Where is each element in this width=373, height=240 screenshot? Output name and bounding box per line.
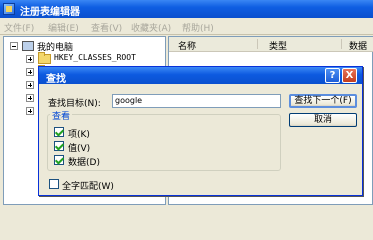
menu-file[interactable]: 文件(F) xyxy=(4,21,34,34)
menu-favorites[interactable]: 收藏夹(A) xyxy=(131,21,171,34)
expand-icon[interactable] xyxy=(26,68,34,76)
expand-icon[interactable] xyxy=(26,55,34,63)
collapse-icon[interactable] xyxy=(10,42,18,50)
keys-label[interactable]: 项(K) xyxy=(68,127,90,140)
match-whole-string-checkbox[interactable] xyxy=(49,179,59,189)
cancel-button[interactable]: 取消 xyxy=(289,113,357,127)
expand-icon[interactable] xyxy=(26,81,34,89)
window-title-bar[interactable]: 注册表编辑器 xyxy=(0,0,373,18)
menu-view[interactable]: 查看(V) xyxy=(91,21,122,34)
keys-checkbox[interactable] xyxy=(54,127,64,137)
close-button[interactable]: X xyxy=(342,68,357,83)
computer-icon xyxy=(22,41,34,51)
menu-edit[interactable]: 编辑(E) xyxy=(48,21,79,34)
menu-help[interactable]: 帮助(H) xyxy=(182,21,214,34)
list-header: 名称 类型 数据 xyxy=(169,37,373,52)
menu-bar: 文件(F) 编辑(E) 查看(V) 收藏夹(A) 帮助(H) xyxy=(0,18,373,35)
folder-icon xyxy=(38,52,51,64)
column-divider[interactable] xyxy=(341,39,342,49)
find-dialog: 查找 ? X 查找目标(N): google 查找下一个(F) 取消 查看 项(… xyxy=(38,66,363,196)
column-divider[interactable] xyxy=(257,39,258,49)
dialog-title: 查找 xyxy=(46,74,66,85)
data-label[interactable]: 数据(D) xyxy=(68,155,100,168)
help-button[interactable]: ? xyxy=(325,68,340,83)
expand-icon[interactable] xyxy=(26,94,34,102)
values-checkbox[interactable] xyxy=(54,141,64,151)
registry-app-icon xyxy=(3,3,15,15)
match-whole-string-label[interactable]: 全字匹配(W) xyxy=(62,179,114,192)
look-at-group-title: 查看 xyxy=(50,109,73,122)
column-header-name[interactable]: 名称 xyxy=(178,39,196,52)
column-header-type[interactable]: 类型 xyxy=(269,39,287,52)
column-header-data[interactable]: 数据 xyxy=(349,39,367,52)
window-title: 注册表编辑器 xyxy=(20,7,80,18)
find-next-button[interactable]: 查找下一个(F) xyxy=(289,94,357,108)
dialog-title-bar[interactable]: 查找 ? X xyxy=(39,67,362,85)
values-label[interactable]: 值(V) xyxy=(68,141,90,154)
expand-icon[interactable] xyxy=(26,107,34,115)
find-what-input[interactable]: google xyxy=(112,94,281,108)
data-checkbox[interactable] xyxy=(54,155,64,165)
tree-item-hkey-classes-root[interactable]: HKEY_CLASSES_ROOT xyxy=(54,53,136,62)
find-what-label: 查找目标(N): xyxy=(48,99,101,109)
